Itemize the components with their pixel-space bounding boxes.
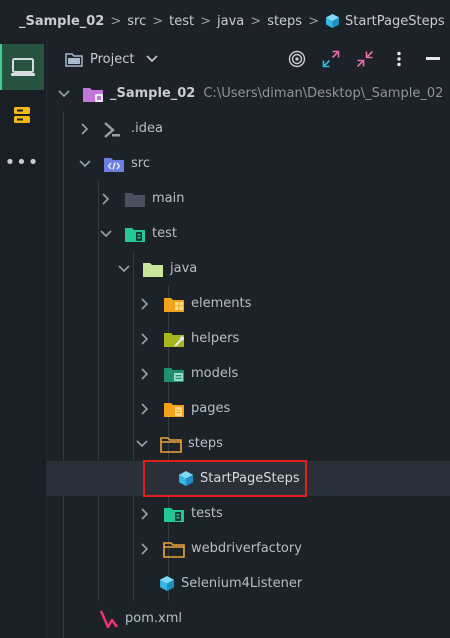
chevron-right-icon[interactable]	[78, 122, 92, 136]
breadcrumb-current-label: StartPageSteps	[345, 13, 445, 29]
maven-icon	[99, 608, 119, 630]
chevron-right-icon[interactable]	[138, 507, 152, 521]
tree-row-selenium4listener[interactable]: Selenium4Listener	[47, 566, 450, 601]
chevron-right-icon[interactable]	[138, 367, 152, 381]
tree-label: java	[170, 261, 198, 276]
module-folder-icon	[82, 85, 104, 103]
tree-label: _Sample_02	[110, 86, 196, 101]
tree-label: Selenium4Listener	[181, 576, 303, 591]
ide-window: _Sample_02 > src > test > java > steps >…	[0, 0, 450, 638]
monitor-icon	[11, 58, 35, 76]
chevron-down-icon[interactable]	[57, 87, 71, 101]
chevron-right-icon[interactable]	[138, 297, 152, 311]
tree-label: test	[152, 226, 177, 241]
breadcrumb-item-steps[interactable]: steps	[267, 14, 302, 29]
breadcrumb-separator: >	[200, 13, 212, 29]
tree-row-project-root[interactable]: _Sample_02 C:\Users\diman\Desktop\_Sampl…	[47, 76, 450, 111]
source-folder-icon	[103, 155, 125, 173]
breadcrumb: _Sample_02 > src > test > java > steps >…	[0, 0, 450, 43]
options-button[interactable]	[382, 42, 416, 76]
chevron-down-icon[interactable]	[78, 157, 92, 171]
breadcrumb-separator: >	[250, 13, 262, 29]
tree-label: helpers	[191, 331, 240, 346]
project-tree: _Sample_02 C:\Users\diman\Desktop\_Sampl…	[47, 76, 450, 638]
breadcrumb-separator: >	[308, 13, 319, 29]
tree-row-tests[interactable]: tests	[47, 496, 450, 531]
tree-label: .idea	[131, 121, 163, 136]
tree-row-elements[interactable]: elements	[47, 286, 450, 321]
idea-folder-icon	[103, 120, 125, 138]
tree-label: pages	[191, 401, 231, 416]
tests-folder-icon	[163, 505, 185, 523]
hide-panel-button[interactable]	[416, 42, 450, 76]
minimize-icon	[426, 57, 440, 60]
expand-all-button[interactable]	[314, 42, 348, 76]
test-folder-icon	[124, 225, 146, 243]
breadcrumb-item-test[interactable]: test	[169, 14, 194, 29]
breadcrumb-project[interactable]: _Sample_02	[19, 14, 104, 29]
project-view-button[interactable]	[0, 44, 44, 90]
database-view-button[interactable]	[0, 92, 44, 138]
more-icon: •••	[4, 152, 40, 173]
tree-label: tests	[191, 506, 223, 521]
java-class-icon	[326, 14, 339, 28]
chevron-right-icon[interactable]	[138, 332, 152, 346]
tree-row-models[interactable]: models	[47, 356, 450, 391]
breadcrumb-separator: >	[110, 13, 122, 29]
tree-row-webdriverfactory[interactable]: webdriverfactory	[47, 531, 450, 566]
expand-icon	[322, 50, 340, 68]
more-vertical-icon	[397, 51, 401, 67]
tree-row-steps[interactable]: steps	[47, 426, 450, 461]
chevron-right-icon[interactable]	[138, 402, 152, 416]
collapse-icon	[356, 50, 374, 68]
java-class-icon	[159, 575, 175, 592]
helpers-folder-icon	[163, 330, 185, 348]
breadcrumb-separator: >	[152, 13, 164, 29]
tree-row-helpers[interactable]: helpers	[47, 321, 450, 356]
panel-title: Project	[90, 51, 135, 67]
elements-folder-icon	[163, 295, 185, 313]
folder-icon	[124, 190, 146, 208]
tree-label: pom.xml	[125, 611, 182, 626]
tree-row-main[interactable]: main	[47, 181, 450, 216]
tree-row-src[interactable]: src	[47, 146, 450, 181]
models-folder-icon	[163, 365, 185, 383]
highlight-annotation-box	[143, 460, 307, 497]
tree-label: elements	[191, 296, 252, 311]
project-view-selector[interactable]: Project	[65, 52, 165, 67]
project-panel-header: Project	[47, 42, 450, 76]
chevron-right-icon[interactable]	[138, 542, 152, 556]
tree-row-idea[interactable]: .idea	[47, 111, 450, 146]
more-tools-button[interactable]: •••	[0, 140, 44, 186]
collapse-all-button[interactable]	[348, 42, 382, 76]
tree-label: main	[152, 191, 185, 206]
breadcrumb-item-java[interactable]: java	[217, 14, 244, 29]
chevron-down-icon	[146, 55, 165, 63]
breadcrumb-item-src[interactable]: src	[127, 14, 146, 29]
folder-icon	[163, 540, 185, 558]
tree-row-java[interactable]: java	[47, 251, 450, 286]
target-icon	[288, 50, 306, 68]
chevron-down-icon[interactable]	[135, 437, 149, 451]
tree-row-test[interactable]: test	[47, 216, 450, 251]
select-opened-file-button[interactable]	[280, 42, 314, 76]
database-icon	[14, 107, 30, 123]
tree-label: steps	[188, 436, 223, 451]
tree-path: C:\Users\diman\Desktop\_Sample_02	[203, 86, 444, 101]
breadcrumb-item-current[interactable]: StartPageSteps	[325, 13, 445, 29]
activity-bar: •••	[0, 42, 47, 638]
tree-row-pom[interactable]: pom.xml	[47, 601, 450, 636]
tree-label: models	[191, 366, 239, 381]
chevron-down-icon[interactable]	[117, 262, 131, 276]
steps-folder-icon	[160, 435, 182, 453]
pages-folder-icon	[163, 400, 185, 418]
tree-row-pages[interactable]: pages	[47, 391, 450, 426]
panel-toolbar	[280, 42, 450, 76]
chevron-right-icon[interactable]	[99, 192, 113, 206]
tree-label: src	[131, 156, 150, 171]
java-folder-icon	[142, 260, 164, 278]
chevron-down-icon[interactable]	[99, 227, 113, 241]
tree-label: webdriverfactory	[191, 541, 302, 556]
project-folder-icon	[65, 52, 83, 67]
